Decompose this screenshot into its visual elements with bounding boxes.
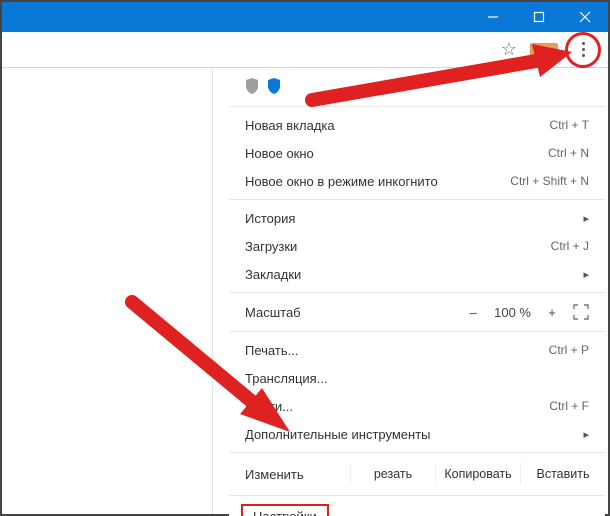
browser-dropdown-menu: Новая вкладка Ctrl + T Новое окно Ctrl +… [229,68,605,516]
menu-shortcut: Ctrl + T [550,118,589,132]
menu-label: Закладки [245,267,301,282]
menu-label: Загрузки [245,239,297,254]
content-divider [212,68,213,514]
edit-paste-button[interactable]: Вставить [520,463,605,485]
extension-icons-row [229,68,605,102]
menu-shortcut: Ctrl + Shift + N [510,174,589,188]
menu-item-more-tools[interactable]: Дополнительные инструменты ▸ [229,420,605,448]
menu-item-incognito[interactable]: Новое окно в режиме инкогнито Ctrl + Shi… [229,167,605,195]
bookmark-star-icon[interactable]: ☆ [498,39,520,61]
menu-label: Новое окно в режиме инкогнито [245,174,438,189]
zoom-out-button[interactable]: – [466,305,480,320]
menu-label: Найти... [245,399,293,414]
menu-label: Новая вкладка [245,118,335,133]
window-minimize-button[interactable] [470,2,516,32]
menu-label: Трансляция... [245,371,328,386]
edit-copy-button[interactable]: Копировать [435,463,520,485]
menu-item-bookmarks[interactable]: Закладки ▸ [229,260,605,288]
window-maximize-button[interactable] [516,2,562,32]
menu-item-print[interactable]: Печать... Ctrl + P [229,336,605,364]
chevron-right-icon: ▸ [583,428,589,441]
menu-label: Печать... [245,343,298,358]
menu-item-settings[interactable]: Настройки [229,500,605,516]
menu-item-history[interactable]: История ▸ [229,204,605,232]
zoom-label: Масштаб [245,305,466,320]
shield-blue-icon[interactable] [267,78,281,94]
annotation-highlight: Настройки [241,504,329,516]
menu-item-new-window[interactable]: Новое окно Ctrl + N [229,139,605,167]
profile-avatar[interactable] [530,43,558,57]
chevron-right-icon: ▸ [583,268,589,281]
vertical-dots-icon [582,42,585,57]
menu-label: Новое окно [245,146,314,161]
menu-label: Дополнительные инструменты [245,427,431,442]
fullscreen-icon[interactable] [573,304,589,320]
menu-item-new-tab[interactable]: Новая вкладка Ctrl + T [229,111,605,139]
window-titlebar [2,2,608,32]
settings-label: Настройки [253,509,317,516]
edit-label: Изменить [245,467,350,482]
shield-grey-icon[interactable] [245,78,259,94]
menu-item-zoom: Масштаб – 100 % + [229,297,605,327]
menu-item-cast[interactable]: Трансляция... [229,364,605,392]
browser-menu-button[interactable] [568,35,598,65]
window-close-button[interactable] [562,2,608,32]
zoom-in-button[interactable]: + [545,305,559,320]
menu-item-find[interactable]: Найти... Ctrl + F [229,392,605,420]
edit-cut-button[interactable]: резать [350,463,435,485]
menu-shortcut: Ctrl + J [551,239,589,253]
menu-item-edit: Изменить резать Копировать Вставить [229,457,605,491]
menu-label: История [245,211,295,226]
zoom-value: 100 % [494,305,531,320]
menu-item-downloads[interactable]: Загрузки Ctrl + J [229,232,605,260]
chevron-right-icon: ▸ [583,212,589,225]
menu-shortcut: Ctrl + N [548,146,589,160]
browser-toolbar: ☆ [2,32,608,68]
menu-shortcut: Ctrl + P [549,343,589,357]
menu-shortcut: Ctrl + F [549,399,589,413]
